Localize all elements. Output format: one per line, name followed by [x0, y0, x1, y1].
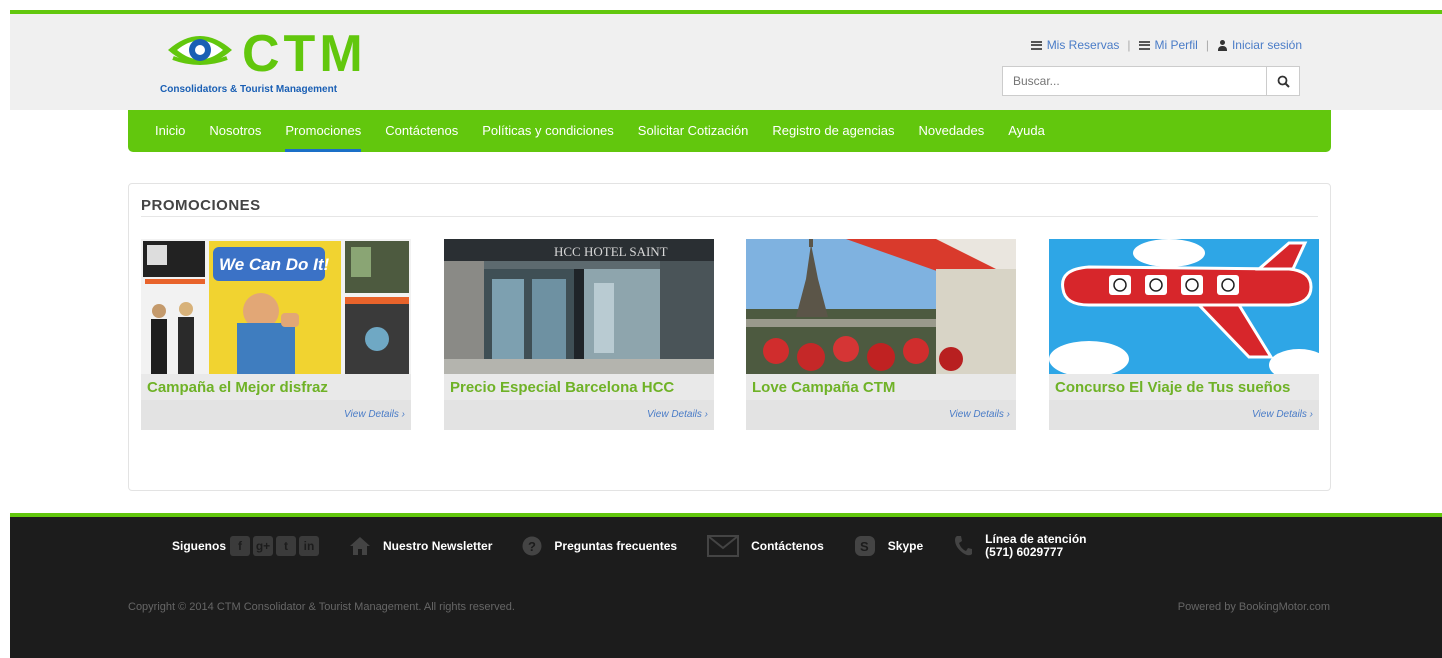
- svg-text:S: S: [860, 539, 869, 554]
- promo-title[interactable]: Precio Especial Barcelona HCC: [450, 379, 708, 396]
- promo-image-airplane[interactable]: [1049, 239, 1319, 374]
- faq-link[interactable]: ? Preguntas frecuentes: [522, 536, 677, 556]
- phone-text: Línea de atención (571) 6029777: [985, 533, 1086, 559]
- promo-image-costume[interactable]: We Can Do It!: [141, 239, 411, 374]
- separator: |: [1205, 38, 1209, 52]
- footer-links-row: Siguenos f g+ t in Nuestro Newsletter ?: [172, 529, 1117, 563]
- site-header: CTM Consolidators & Tourist Management M…: [10, 10, 1442, 110]
- skype-link[interactable]: S Skype: [854, 535, 923, 557]
- contact-label: Contáctenos: [751, 539, 824, 553]
- phone-info: Línea de atención (571) 6029777: [953, 533, 1087, 559]
- promo-card-footer: View Details ›: [1049, 400, 1319, 430]
- promo-title[interactable]: Campaña el Mejor disfraz: [147, 379, 405, 396]
- promo-card-body: Campaña el Mejor disfraz: [141, 374, 411, 400]
- we-can-do-it-text: We Can Do It!: [219, 255, 330, 274]
- user-links: Mis Reservas | Mi Perfil | Iniciar sesió…: [1030, 38, 1302, 52]
- promo-card-footer: View Details ›: [746, 400, 1016, 430]
- contact-link[interactable]: Contáctenos: [707, 535, 824, 557]
- promo-title[interactable]: Love Campaña CTM: [752, 379, 1010, 396]
- page: CTM Consolidators & Tourist Management M…: [0, 0, 1442, 658]
- promo-card-footer: View Details ›: [444, 400, 714, 430]
- search-bar: [1002, 66, 1300, 96]
- social-icons: f g+ t in: [230, 536, 320, 556]
- newsletter-label: Nuestro Newsletter: [383, 539, 493, 553]
- promo-card: We Can Do It! Campaña el Mejor disfraz V…: [141, 239, 411, 430]
- nav-item-ayuda[interactable]: Ayuda: [1008, 110, 1045, 152]
- view-details-link[interactable]: View Details ›: [949, 409, 1010, 420]
- eye-logo-icon: [168, 36, 232, 65]
- copyright-text: Copyright © 2014 CTM Consolidator & Tour…: [128, 601, 515, 613]
- promo-card: HCC HOTEL SAINT Precio Especial Barcelon…: [444, 239, 714, 430]
- follow-us-label: Siguenos: [172, 539, 227, 553]
- hotel-sign-text: HCC HOTEL SAINT: [554, 244, 668, 259]
- promo-card-body: Concurso El Viaje de Tus sueños: [1049, 374, 1319, 400]
- ctm-logo[interactable]: CTM Consolidators & Tourist Management: [160, 25, 380, 98]
- promotions-heading: PROMOCIONES: [141, 197, 261, 214]
- separator: |: [1127, 38, 1131, 52]
- twitter-icon[interactable]: t: [276, 536, 297, 556]
- promo-title[interactable]: Concurso El Viaje de Tus sueños: [1055, 379, 1313, 396]
- nav-item-nosotros[interactable]: Nosotros: [209, 110, 261, 152]
- promo-card-footer: View Details ›: [141, 400, 411, 430]
- view-details-link[interactable]: View Details ›: [647, 409, 708, 420]
- view-details-link[interactable]: View Details ›: [1252, 409, 1313, 420]
- site-footer: Siguenos f g+ t in Nuestro Newsletter ?: [10, 513, 1442, 658]
- my-profile-link[interactable]: Mi Perfil: [1138, 38, 1198, 52]
- user-icon: [1217, 39, 1227, 51]
- logo-tagline: Consolidators & Tourist Management: [160, 84, 338, 95]
- login-link[interactable]: Iniciar sesión: [1217, 38, 1302, 52]
- skype-icon: S: [854, 536, 875, 556]
- promotions-panel: PROMOCIONES We Can Do It! Campaña el Mej…: [128, 183, 1331, 491]
- faq-label: Preguntas frecuentes: [554, 539, 678, 553]
- question-icon: ?: [522, 536, 542, 556]
- newsletter-link[interactable]: Nuestro Newsletter: [349, 536, 492, 556]
- nav-item-inicio[interactable]: Inicio: [155, 110, 185, 152]
- svg-text:?: ?: [528, 539, 536, 554]
- skype-label: Skype: [887, 539, 924, 553]
- promo-card-body: Love Campaña CTM: [746, 374, 1016, 400]
- promo-card-body: Precio Especial Barcelona HCC: [444, 374, 714, 400]
- logo-wordmark: CTM: [242, 25, 367, 83]
- list-icon: [1138, 40, 1150, 50]
- phone-number: (571) 6029777: [985, 545, 1064, 559]
- nav-item-registro-agencias[interactable]: Registro de agencias: [772, 110, 894, 152]
- linkedin-icon[interactable]: in: [299, 536, 320, 556]
- promo-image-hotel[interactable]: HCC HOTEL SAINT: [444, 239, 714, 374]
- follow-us: Siguenos f g+ t in: [172, 536, 320, 556]
- heading-divider: [141, 216, 1318, 217]
- view-details-link[interactable]: View Details ›: [344, 409, 405, 420]
- powered-by-link[interactable]: Powered by BookingMotor.com: [1178, 601, 1330, 613]
- promo-image-paris[interactable]: [746, 239, 1016, 374]
- nav-item-cotizacion[interactable]: Solicitar Cotización: [638, 110, 749, 152]
- search-button[interactable]: [1266, 66, 1300, 96]
- main-nav: Inicio Nosotros Promociones Contáctenos …: [128, 110, 1331, 152]
- my-reservations-label: Mis Reservas: [1046, 38, 1120, 52]
- search-icon: [1277, 75, 1290, 88]
- nav-item-politicas[interactable]: Políticas y condiciones: [482, 110, 614, 152]
- login-label: Iniciar sesión: [1231, 38, 1302, 52]
- list-icon: [1030, 40, 1042, 50]
- nav-item-promociones[interactable]: Promociones: [285, 110, 361, 152]
- envelope-icon: [707, 535, 740, 557]
- google-plus-icon[interactable]: g+: [253, 536, 274, 556]
- nav-item-contactenos[interactable]: Contáctenos: [385, 110, 458, 152]
- phone-icon: [955, 536, 973, 556]
- my-reservations-link[interactable]: Mis Reservas: [1030, 38, 1120, 52]
- promo-card: Concurso El Viaje de Tus sueños View Det…: [1049, 239, 1319, 430]
- facebook-icon[interactable]: f: [230, 536, 251, 556]
- nav-item-novedades[interactable]: Novedades: [918, 110, 984, 152]
- search-input[interactable]: [1002, 66, 1266, 96]
- promo-card: Love Campaña CTM View Details ›: [746, 239, 1016, 430]
- home-icon: [350, 537, 371, 555]
- my-profile-label: Mi Perfil: [1154, 38, 1198, 52]
